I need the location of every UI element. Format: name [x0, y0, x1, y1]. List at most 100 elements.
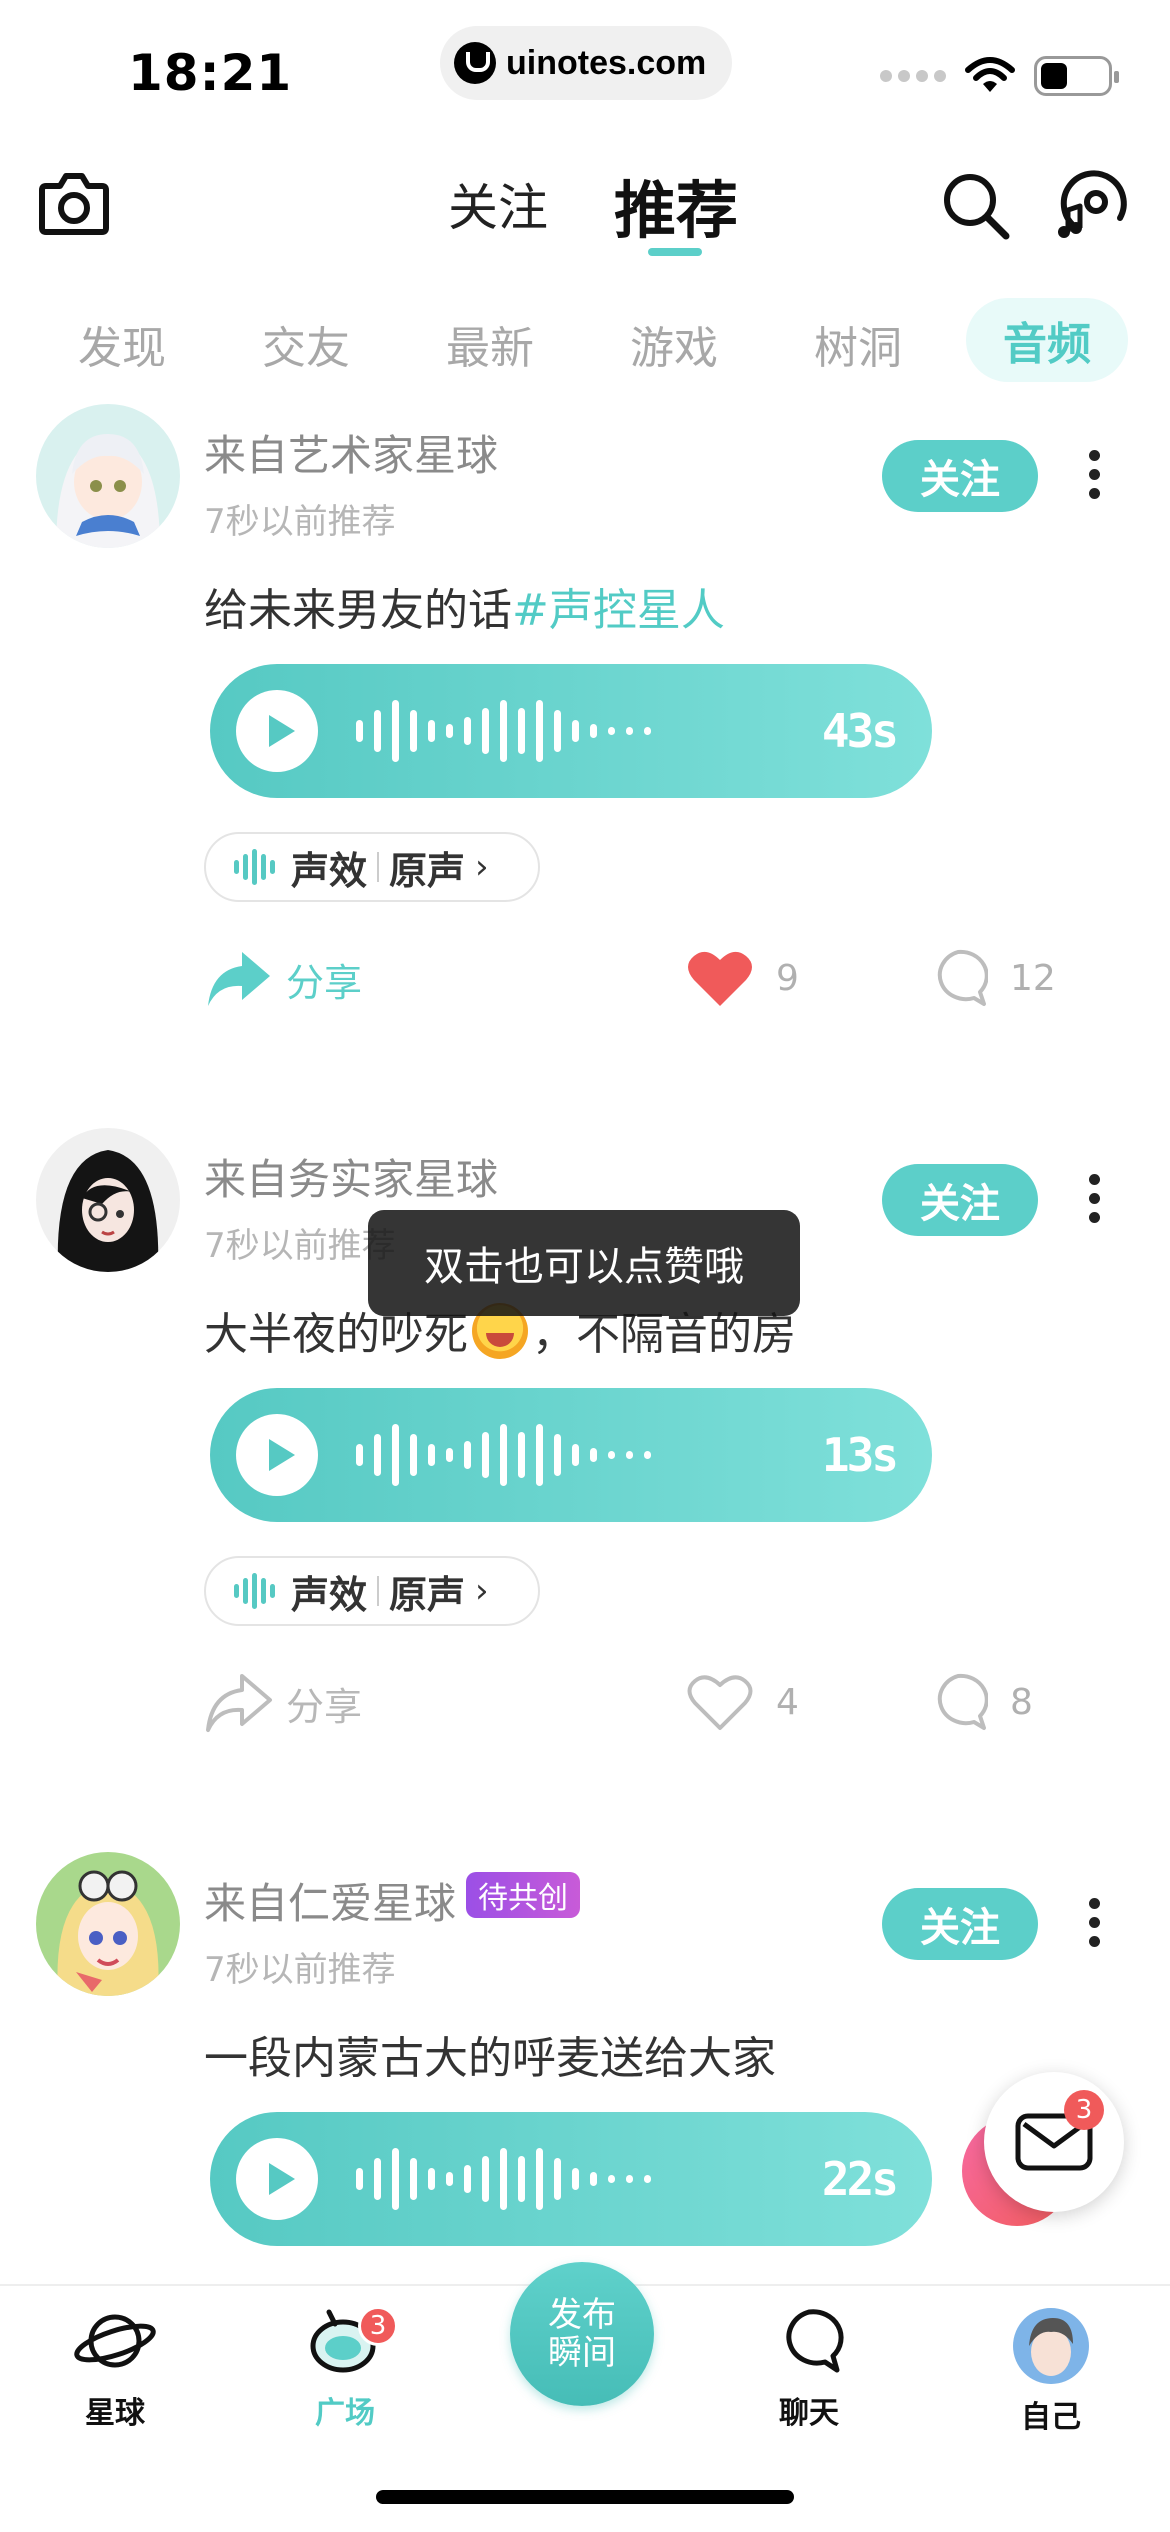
comment-count: 8 — [1010, 1681, 1033, 1723]
original-label: 原声 — [389, 1572, 466, 1617]
more-icon[interactable] — [1084, 1174, 1104, 1230]
chat-icon — [786, 2309, 844, 2373]
post-text: 一段内蒙古大的呼麦送给大家 — [204, 2033, 776, 2084]
comment-icon — [937, 1673, 988, 1730]
like-count: 9 — [776, 957, 799, 999]
comment-button[interactable]: 12 — [928, 948, 1056, 1008]
tab-me[interactable]: 自己 — [976, 2306, 1126, 2436]
post-author-planet[interactable]: 来自仁爱星球 — [204, 1870, 456, 1931]
status-badge: 待共创 — [466, 1872, 580, 1918]
play-icon[interactable] — [236, 690, 318, 772]
play-icon[interactable] — [236, 1414, 318, 1496]
sound-wave-icon — [234, 849, 275, 885]
wifi-icon — [965, 57, 1015, 92]
category-games[interactable]: 游戏 — [630, 312, 718, 376]
tab-chat[interactable]: 聊天 — [734, 2306, 884, 2432]
post-time: 7秒以前推荐 — [204, 502, 396, 542]
avatar — [1013, 2308, 1089, 2384]
chevron-right-icon: › — [475, 847, 489, 887]
sound-effect-pill[interactable]: 声效 原声 › — [204, 832, 540, 902]
category-friends[interactable]: 交友 — [262, 312, 350, 376]
post-author-planet[interactable]: 来自务实家星球 — [204, 1146, 498, 1207]
voice-player[interactable]: 22s — [210, 2112, 932, 2246]
voice-player[interactable]: 13s — [210, 1388, 932, 1522]
category-discover[interactable]: 发现 — [78, 312, 166, 376]
tab-me-label: 自己 — [1021, 2400, 1081, 2435]
comment-icon — [937, 949, 988, 1006]
message-badge: 3 — [1064, 2090, 1104, 2130]
comment-button[interactable]: 8 — [928, 1672, 1033, 1732]
waveform — [356, 1388, 651, 1522]
category-row: 发现 交友 最新 游戏 树洞 音频 — [0, 298, 1170, 382]
waveform — [356, 664, 651, 798]
toast-message: 双击也可以点赞哦 — [368, 1210, 800, 1316]
post-time: 7秒以前推荐 — [204, 1950, 396, 1990]
effect-label: 声效 — [291, 1572, 368, 1617]
active-tab-indicator — [648, 248, 702, 256]
like-button[interactable]: 9 — [686, 948, 799, 1008]
publish-button[interactable]: 发布 瞬间 — [510, 2262, 654, 2406]
avatar[interactable] — [36, 1852, 180, 1996]
effect-label: 声效 — [291, 848, 368, 893]
tab-square-label: 广场 — [315, 2396, 375, 2431]
search-icon[interactable] — [940, 170, 1012, 242]
signal-icon — [880, 70, 946, 82]
url-pill[interactable]: uinotes.com — [440, 26, 732, 100]
post-text-tail: ，不隔音的房 — [532, 1309, 796, 1360]
follow-button[interactable]: 关注 — [882, 1164, 1038, 1236]
avatar[interactable] — [36, 404, 180, 548]
heart-filled-icon — [688, 951, 752, 1006]
post-text-body: 大半夜的吵死 — [204, 1309, 468, 1360]
square-badge: 3 — [358, 2306, 398, 2346]
share-icon — [206, 1674, 272, 1732]
share-button[interactable]: 分享 — [204, 1672, 362, 1734]
category-audio[interactable]: 音频 — [966, 298, 1128, 382]
divider — [377, 852, 380, 882]
avatar[interactable] — [36, 1128, 180, 1272]
site-logo-icon — [454, 42, 496, 84]
tab-follow[interactable]: 关注 — [448, 168, 548, 240]
post-hashtag[interactable]: #声控星人 — [512, 585, 725, 636]
like-count: 4 — [776, 1681, 799, 1723]
share-icon — [208, 952, 270, 1006]
planet-icon — [74, 2314, 156, 2368]
tab-planet[interactable]: 星球 — [40, 2306, 190, 2432]
sound-effect-pill[interactable]: 声效 原声 › — [204, 1556, 540, 1626]
message-float-button[interactable] — [984, 2072, 1124, 2212]
voice-player[interactable]: 43s — [210, 664, 932, 798]
share-label: 分享 — [286, 1684, 363, 1729]
post-text-body: 给未来男友的话 — [204, 585, 512, 636]
comment-count: 12 — [1010, 957, 1056, 999]
voice-duration: 43s — [821, 704, 899, 758]
post-text: 给未来男友的话#声控星人 — [204, 574, 725, 638]
more-icon[interactable] — [1084, 1898, 1104, 1954]
category-latest[interactable]: 最新 — [446, 312, 534, 376]
share-button[interactable]: 分享 — [204, 948, 362, 1010]
voice-duration: 22s — [821, 2152, 899, 2206]
status-time: 18:21 — [128, 44, 293, 102]
url-text: uinotes.com — [506, 43, 707, 82]
original-label: 原声 — [389, 848, 466, 893]
like-button[interactable]: 4 — [686, 1672, 799, 1732]
tab-recommend[interactable]: 推荐 — [614, 160, 738, 250]
post-author-planet[interactable]: 来自艺术家星球 — [204, 422, 498, 483]
share-label: 分享 — [286, 960, 363, 1005]
voice-duration: 13s — [821, 1428, 899, 1482]
home-indicator[interactable] — [376, 2490, 794, 2504]
camera-icon[interactable] — [38, 170, 110, 236]
category-treehole[interactable]: 树洞 — [814, 312, 902, 376]
waveform — [356, 2112, 651, 2246]
heart-outline-icon — [687, 1675, 753, 1730]
follow-button[interactable]: 关注 — [882, 440, 1038, 512]
status-icons — [880, 56, 1119, 96]
play-icon[interactable] — [236, 2138, 318, 2220]
follow-button[interactable]: 关注 — [882, 1888, 1038, 1960]
post-time: 7秒以前推荐 — [204, 1226, 396, 1266]
sound-wave-icon — [234, 1573, 275, 1609]
more-icon[interactable] — [1084, 450, 1104, 506]
divider — [377, 1576, 380, 1606]
battery-icon — [1034, 56, 1119, 96]
tab-chat-label: 聊天 — [779, 2396, 839, 2431]
voice-room-icon[interactable] — [1054, 166, 1130, 242]
tab-planet-label: 星球 — [85, 2396, 145, 2431]
